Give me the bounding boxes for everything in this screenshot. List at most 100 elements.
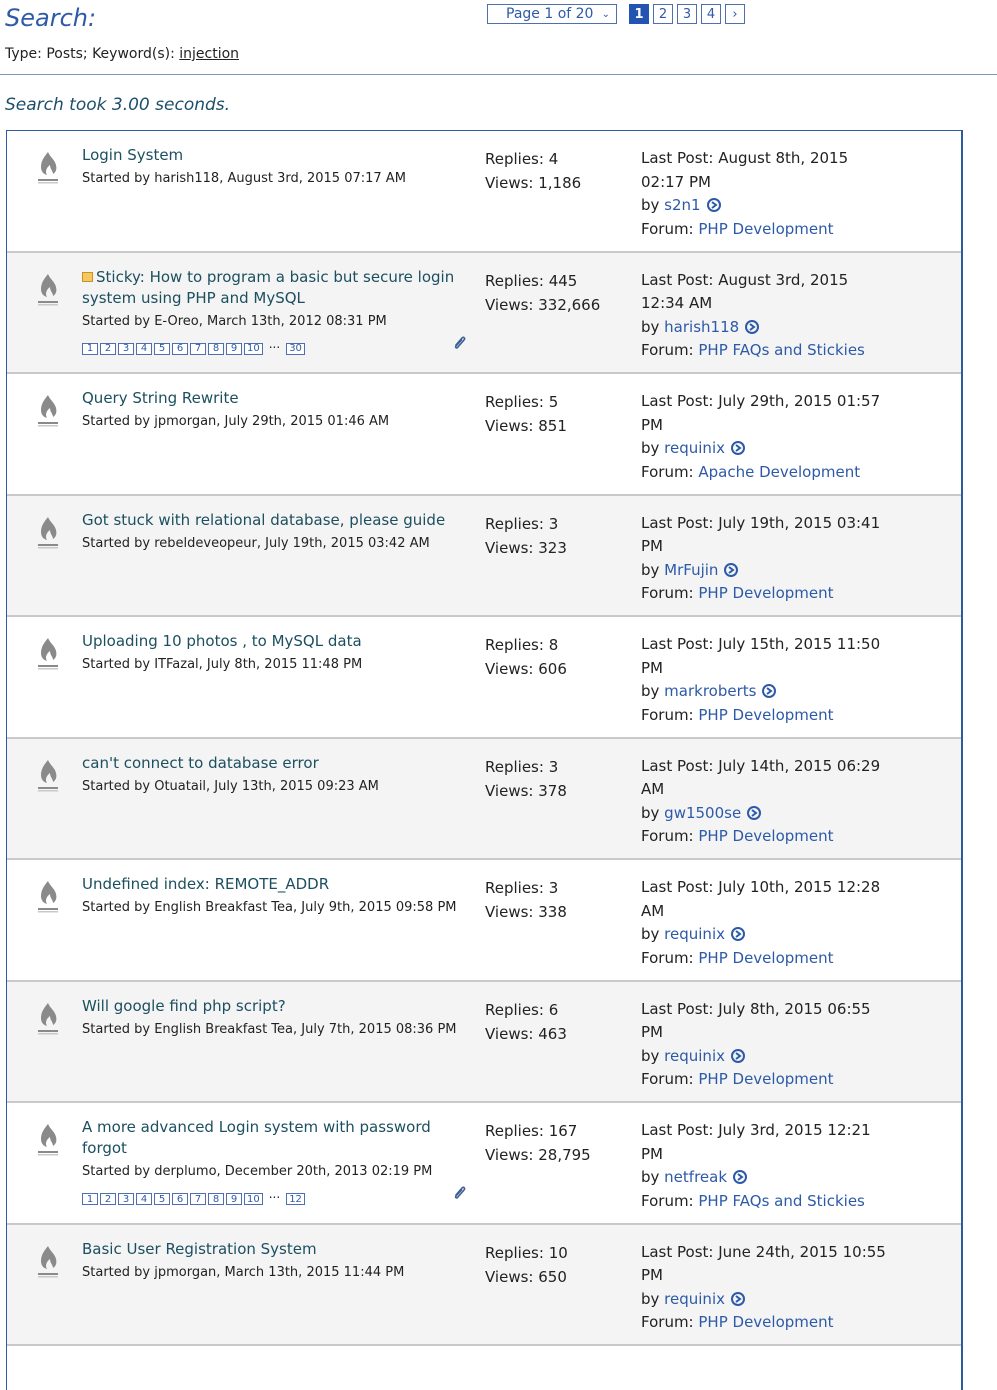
- thread-replies: Replies: 3: [485, 879, 559, 897]
- page-1-button[interactable]: 1: [629, 4, 649, 24]
- header-divider: [0, 74, 997, 75]
- go-to-post-icon[interactable]: [731, 1292, 745, 1306]
- thread-last-page-link[interactable]: 12: [286, 1193, 305, 1205]
- forum-link[interactable]: PHP FAQs and Stickies: [698, 1192, 864, 1210]
- thread-views: Views: 650: [485, 1267, 567, 1286]
- thread-page-link[interactable]: 4: [136, 1193, 152, 1205]
- forum-link[interactable]: PHP Development: [698, 1313, 833, 1331]
- thread-title-link[interactable]: Login System: [82, 146, 183, 164]
- forum-link[interactable]: PHP Development: [698, 706, 833, 724]
- last-post-user-link[interactable]: markroberts: [664, 682, 756, 700]
- thread-page-link[interactable]: 5: [154, 342, 170, 355]
- go-to-post-icon[interactable]: [745, 320, 759, 334]
- thread-replies: Replies: 8: [485, 636, 559, 654]
- thread-title-link[interactable]: can't connect to database error: [82, 754, 319, 772]
- thread-views: Views: 378: [485, 781, 567, 800]
- last-post-user-link[interactable]: s2n1: [664, 196, 700, 214]
- thread-page-link[interactable]: 10: [244, 1193, 263, 1205]
- forum-link[interactable]: PHP FAQs and Stickies: [698, 341, 864, 359]
- forum-link[interactable]: PHP Development: [698, 949, 833, 967]
- thread-stats: Replies: 3 Views: 378: [485, 755, 567, 803]
- thread-page-link[interactable]: 7: [190, 1193, 206, 1205]
- thread-title-link[interactable]: A more advanced Login system with passwo…: [82, 1118, 431, 1157]
- last-post-date: Last Post: August 3rd, 2015 12:34 AM: [641, 270, 849, 313]
- thread-title-link[interactable]: Uploading 10 photos , to MySQL data: [82, 632, 362, 650]
- thread-title-link[interactable]: Got stuck with relational database, plea…: [82, 511, 445, 529]
- thread-title-text[interactable]: Got stuck with relational database, plea…: [82, 511, 445, 529]
- thread-page-link[interactable]: 9: [226, 1193, 242, 1205]
- thread-replies: Replies: 3: [485, 514, 559, 533]
- go-to-post-icon[interactable]: [733, 1170, 747, 1184]
- thread-page-link[interactable]: 1: [82, 342, 98, 355]
- page-3-button[interactable]: 3: [677, 4, 697, 24]
- thread-title-link[interactable]: Basic User Registration System: [82, 1240, 317, 1258]
- thread-views: Views: 463: [485, 1024, 567, 1043]
- go-to-post-icon[interactable]: [731, 441, 745, 455]
- thread-title-text[interactable]: Query String Rewrite: [82, 389, 239, 407]
- thread-page-link[interactable]: 6: [172, 1193, 188, 1205]
- thread-page-link[interactable]: 3: [118, 1193, 134, 1205]
- thread-page-link[interactable]: 5: [154, 1193, 170, 1205]
- search-keyword-link[interactable]: injection: [179, 46, 239, 62]
- go-to-post-icon[interactable]: [747, 806, 761, 820]
- go-to-post-icon[interactable]: [731, 1049, 745, 1063]
- thread-page-link[interactable]: 9: [226, 342, 242, 355]
- forum-link[interactable]: PHP Development: [698, 584, 833, 602]
- last-post-user-link[interactable]: netfreak: [664, 1168, 727, 1186]
- last-post-user-link[interactable]: requinix: [664, 1290, 725, 1308]
- go-to-post-icon[interactable]: [731, 927, 745, 941]
- forum-link[interactable]: PHP Development: [698, 827, 833, 845]
- thread-page-link[interactable]: 1: [82, 1193, 98, 1205]
- last-post-user-link[interactable]: requinix: [664, 439, 725, 457]
- go-to-post-icon[interactable]: [707, 198, 721, 212]
- thread-title-text[interactable]: Uploading 10 photos , to MySQL data: [82, 632, 362, 650]
- last-post-user-link[interactable]: gw1500se: [664, 804, 741, 822]
- thread-title-link[interactable]: Sticky: How to program a basic but secur…: [82, 268, 454, 307]
- by-label: by: [641, 682, 665, 700]
- page-select[interactable]: Page 1 of 20 ⌄: [487, 4, 617, 24]
- last-post-user-link[interactable]: requinix: [664, 1047, 725, 1065]
- last-post-author: by requinix: [641, 437, 891, 461]
- thread-page-link[interactable]: 4: [136, 342, 152, 355]
- thread-title-link[interactable]: Will google find php script?: [82, 997, 286, 1015]
- forum-link[interactable]: Apache Development: [698, 463, 860, 481]
- last-post-user-link[interactable]: requinix: [664, 925, 725, 943]
- paperclip-icon: [452, 335, 466, 351]
- thread-page-link[interactable]: 3: [118, 342, 134, 355]
- thread-title-text[interactable]: Login System: [82, 146, 183, 164]
- go-to-post-icon[interactable]: [724, 563, 738, 577]
- pages-ellipsis: ...: [268, 336, 281, 351]
- thread-page-link[interactable]: 8: [208, 1193, 224, 1205]
- thread-title-text[interactable]: Basic User Registration System: [82, 1240, 317, 1258]
- thread-page-link[interactable]: 2: [100, 342, 116, 355]
- last-post-forum: Forum: PHP FAQs and Stickies: [641, 1190, 891, 1214]
- thread-title-link[interactable]: Query String Rewrite: [82, 389, 239, 407]
- thread-title-text[interactable]: Undefined index: REMOTE_ADDR: [82, 875, 329, 893]
- thread-title-text[interactable]: A more advanced Login system with passwo…: [82, 1118, 431, 1157]
- by-label: by: [641, 1046, 665, 1065]
- page-2-button[interactable]: 2: [653, 4, 673, 24]
- page-4-button[interactable]: 4: [701, 4, 721, 24]
- thread-title-text[interactable]: Will google find php script?: [82, 997, 286, 1015]
- forum-link[interactable]: PHP Development: [698, 1070, 833, 1088]
- chevron-down-icon: ⌄: [601, 8, 610, 20]
- thread-page-link[interactable]: 8: [208, 342, 224, 355]
- thread-last-page-link[interactable]: 30: [286, 342, 305, 355]
- last-post-forum: Forum: PHP Development: [641, 825, 891, 849]
- thread-page-link[interactable]: 7: [190, 342, 206, 355]
- thread-page-link[interactable]: 10: [244, 342, 263, 355]
- thread-page-links: 1 2 3 4 5 6 7 8 9 10... 30: [82, 334, 470, 355]
- last-post-user-link[interactable]: harish118: [664, 318, 739, 336]
- search-type-label: Type: Posts; Keyword(s):: [5, 46, 180, 62]
- thread-title-text[interactable]: Sticky: How to program a basic but secur…: [82, 268, 454, 307]
- last-post-author: by gw1500se: [641, 802, 891, 826]
- forum-link[interactable]: PHP Development: [698, 220, 833, 238]
- thread-title-link[interactable]: Undefined index: REMOTE_ADDR: [82, 875, 329, 893]
- thread-title-text[interactable]: can't connect to database error: [82, 754, 319, 772]
- go-to-post-icon[interactable]: [762, 684, 776, 698]
- thread-page-link[interactable]: 6: [172, 342, 188, 355]
- thread-stats: Replies: 3 Views: 338: [485, 876, 567, 924]
- thread-page-link[interactable]: 2: [100, 1193, 116, 1205]
- last-post-user-link[interactable]: MrFujin: [664, 561, 718, 579]
- next-page-button[interactable]: ›: [725, 4, 745, 24]
